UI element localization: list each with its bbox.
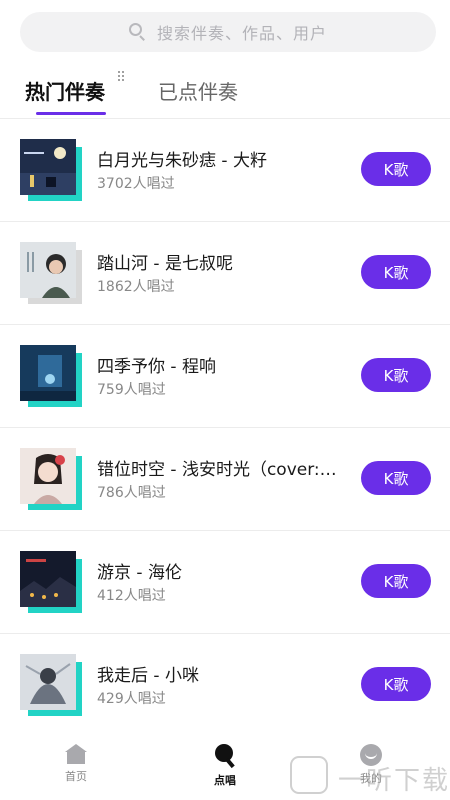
- song-cover: [20, 551, 82, 613]
- song-sing-count: 1862人唱过: [97, 279, 175, 295]
- microphone-icon: [213, 744, 237, 769]
- nav-sing-label: 点唱: [214, 774, 236, 787]
- song-sing-count: 429人唱过: [97, 691, 166, 707]
- song-title: 错位时空 - 浅安时光（cover:…: [97, 460, 337, 480]
- watermark-logo-icon: [290, 756, 328, 794]
- home-icon: [65, 744, 87, 764]
- tab-hot-accompaniment[interactable]: 热门伴奏: [25, 76, 105, 105]
- nav-sing[interactable]: 点唱: [195, 744, 255, 788]
- song-title: 游京 - 海伦: [97, 563, 182, 583]
- nav-home[interactable]: 首页: [46, 744, 106, 784]
- song-title: 四季予你 - 程响: [97, 357, 216, 377]
- karaoke-button[interactable]: K歌: [361, 152, 431, 186]
- song-cover: [20, 654, 82, 716]
- karaoke-button[interactable]: K歌: [361, 461, 431, 495]
- song-row[interactable]: 我走后 - 小咪 429人唱过 K歌: [0, 633, 450, 736]
- drag-handle-icon: [117, 70, 125, 82]
- karaoke-button[interactable]: K歌: [361, 564, 431, 598]
- song-row[interactable]: 游京 - 海伦 412人唱过 K歌: [0, 530, 450, 633]
- karaoke-button[interactable]: K歌: [361, 358, 431, 392]
- song-row[interactable]: 白月光与朱砂痣 - 大籽 3702人唱过 K歌: [0, 118, 450, 221]
- watermark-text: 一听下载: [338, 766, 450, 796]
- song-list: 白月光与朱砂痣 - 大籽 3702人唱过 K歌 踏山河 - 是七叔呢 1862人…: [0, 118, 450, 736]
- song-cover: [20, 242, 82, 304]
- song-title: 我走后 - 小咪: [97, 666, 199, 686]
- song-row[interactable]: 错位时空 - 浅安时光（cover:… 786人唱过 K歌: [0, 427, 450, 530]
- nav-home-label: 首页: [65, 770, 87, 783]
- song-row[interactable]: 踏山河 - 是七叔呢 1862人唱过 K歌: [0, 221, 450, 324]
- song-title: 白月光与朱砂痣 - 大籽: [97, 151, 267, 171]
- song-title: 踏山河 - 是七叔呢: [97, 254, 233, 274]
- song-cover: [20, 448, 82, 510]
- search-icon: [128, 23, 147, 41]
- song-sing-count: 759人唱过: [97, 382, 166, 398]
- karaoke-button[interactable]: K歌: [361, 667, 431, 701]
- tab-ordered-accompaniment[interactable]: 已点伴奏: [158, 76, 238, 105]
- active-tab-indicator: [36, 112, 106, 115]
- song-sing-count: 412人唱过: [97, 588, 166, 604]
- song-sing-count: 3702人唱过: [97, 176, 175, 192]
- tab-bar: 热门伴奏 已点伴奏: [0, 66, 450, 118]
- song-cover: [20, 139, 82, 201]
- song-row[interactable]: 四季予你 - 程响 759人唱过 K歌: [0, 324, 450, 427]
- song-sing-count: 786人唱过: [97, 485, 166, 501]
- song-cover: [20, 345, 82, 407]
- watermark: 一听下载: [290, 756, 450, 800]
- search-bar[interactable]: 搜索伴奏、作品、用户: [20, 12, 436, 52]
- karaoke-button[interactable]: K歌: [361, 255, 431, 289]
- search-placeholder: 搜索伴奏、作品、用户: [156, 24, 327, 43]
